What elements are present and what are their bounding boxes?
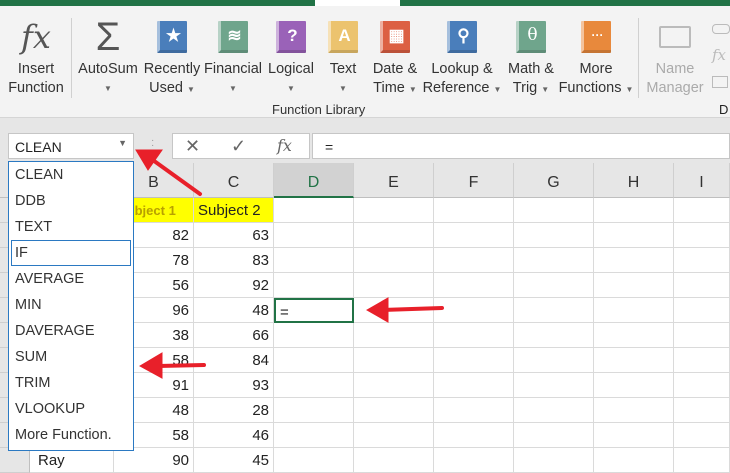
arrow-head xyxy=(135,149,163,171)
arrow-head xyxy=(365,297,389,323)
arrow-to-sum xyxy=(156,363,206,368)
arrow-to-active-cell xyxy=(380,306,444,312)
arrow-to-name-box xyxy=(148,156,202,196)
arrow-head xyxy=(138,352,163,379)
annotation-arrows xyxy=(135,149,444,379)
